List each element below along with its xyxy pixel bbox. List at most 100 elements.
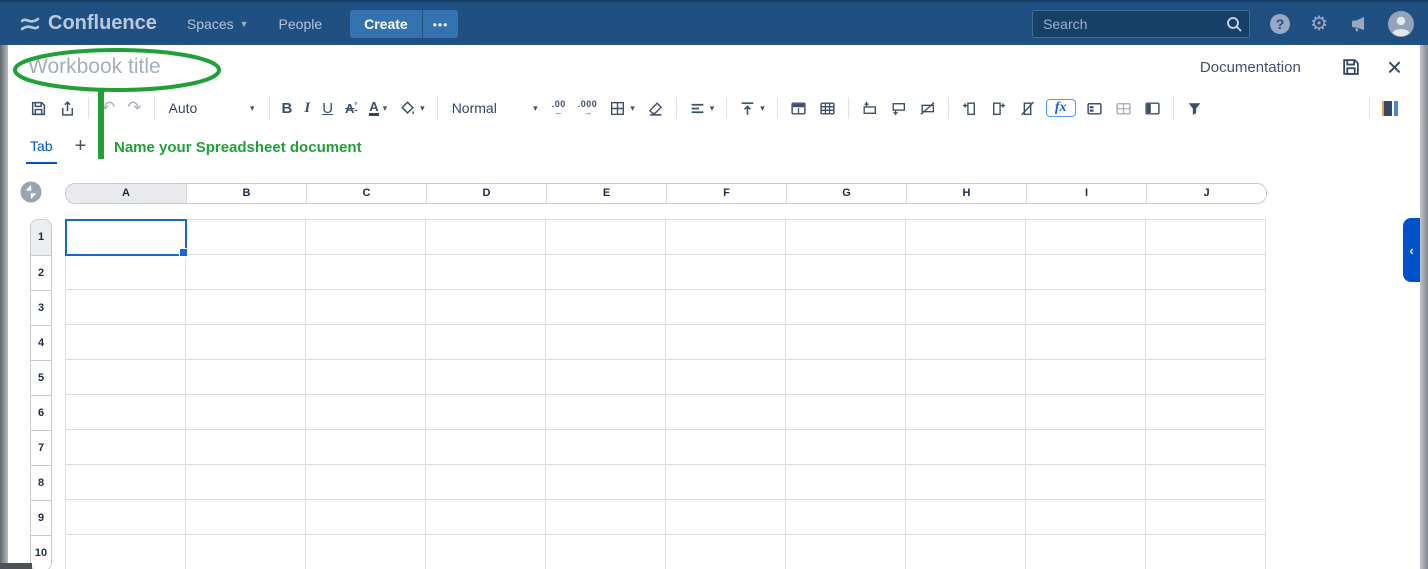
filter-button[interactable] (1180, 97, 1209, 120)
cell-D4[interactable] (426, 325, 546, 360)
cell-I3[interactable] (1026, 290, 1146, 325)
row-header-7[interactable]: 7 (31, 430, 51, 465)
sheet-tab-active[interactable]: Tab (26, 129, 57, 164)
cell-C7[interactable] (306, 430, 426, 465)
cell-F8[interactable] (666, 465, 786, 500)
cell-B5[interactable] (186, 360, 306, 395)
cell-E8[interactable] (546, 465, 666, 500)
cell-I9[interactable] (1026, 500, 1146, 535)
undo-button[interactable]: ↶ (95, 97, 121, 119)
decrease-decimal-button[interactable]: .00← (546, 98, 572, 119)
fill-color-button[interactable]: ▾ (393, 97, 431, 120)
cell-J5[interactable] (1146, 360, 1266, 395)
cell-F3[interactable] (666, 290, 786, 325)
cell-D8[interactable] (426, 465, 546, 500)
cell-I2[interactable] (1026, 255, 1146, 290)
row-header-2[interactable]: 2 (31, 255, 51, 290)
insert-column-right-button[interactable] (984, 97, 1013, 120)
search-input[interactable] (1032, 10, 1250, 38)
split-cells-button[interactable] (813, 97, 842, 120)
documentation-link[interactable]: Documentation (1200, 59, 1301, 76)
row-header-5[interactable]: 5 (31, 360, 51, 395)
nav-people[interactable]: People (279, 16, 323, 32)
cell-B7[interactable] (186, 430, 306, 465)
cell-I1[interactable] (1026, 220, 1146, 255)
cell-I5[interactable] (1026, 360, 1146, 395)
cell-style-button[interactable]: Normal▾ (444, 97, 546, 119)
cell-I6[interactable] (1026, 395, 1146, 430)
redo-button[interactable]: ↷ (121, 97, 147, 119)
cell-E9[interactable] (546, 500, 666, 535)
row-header-6[interactable]: 6 (31, 395, 51, 430)
column-header-C[interactable]: C (306, 184, 426, 203)
cell-H8[interactable] (906, 465, 1026, 500)
cell-C10[interactable] (306, 535, 426, 569)
save-icon[interactable] (1341, 57, 1361, 77)
cell-J6[interactable] (1146, 395, 1266, 430)
cell-J10[interactable] (1146, 535, 1266, 569)
avatar[interactable] (1388, 11, 1414, 37)
save-button[interactable] (24, 97, 53, 120)
row-header-3[interactable]: 3 (31, 290, 51, 325)
gear-icon[interactable]: ⚙ (1310, 14, 1328, 34)
cell-D7[interactable] (426, 430, 546, 465)
create-button[interactable]: Create (350, 10, 422, 38)
delete-row-button[interactable] (913, 97, 942, 120)
row-header-10[interactable]: 10 (31, 535, 51, 569)
insert-row-above-button[interactable] (855, 97, 884, 120)
header-column-button[interactable] (1138, 97, 1167, 120)
cell-D9[interactable] (426, 500, 546, 535)
cell-H10[interactable] (906, 535, 1026, 569)
more-options-button[interactable]: ••• (423, 10, 459, 38)
cell-J4[interactable] (1146, 325, 1266, 360)
cell-A3[interactable] (66, 290, 186, 325)
magnifier-icon[interactable] (1225, 15, 1243, 33)
cell-F10[interactable] (666, 535, 786, 569)
cell-C1[interactable] (306, 220, 426, 255)
cell-J1[interactable] (1146, 220, 1266, 255)
cell-D1[interactable] (426, 220, 546, 255)
cell-E7[interactable] (546, 430, 666, 465)
cell-A5[interactable] (66, 360, 186, 395)
cell-B2[interactable] (186, 255, 306, 290)
confluence-logo[interactable]: Confluence (20, 12, 157, 35)
delete-column-button[interactable] (1013, 97, 1042, 120)
cell-C6[interactable] (306, 395, 426, 430)
cell-I8[interactable] (1026, 465, 1146, 500)
cell-B4[interactable] (186, 325, 306, 360)
cell-G4[interactable] (786, 325, 906, 360)
cell-F7[interactable] (666, 430, 786, 465)
cell-E3[interactable] (546, 290, 666, 325)
fill-handle[interactable] (179, 248, 188, 257)
cell-A9[interactable] (66, 500, 186, 535)
cell-E5[interactable] (546, 360, 666, 395)
cell-C9[interactable] (306, 500, 426, 535)
cell-C3[interactable] (306, 290, 426, 325)
cell-A7[interactable] (66, 430, 186, 465)
cell-A8[interactable] (66, 465, 186, 500)
cell-H7[interactable] (906, 430, 1026, 465)
formula-button[interactable]: fx (1046, 99, 1076, 117)
cell-G6[interactable] (786, 395, 906, 430)
column-header-J[interactable]: J (1146, 184, 1266, 203)
cell-G3[interactable] (786, 290, 906, 325)
cell-G1[interactable] (786, 220, 906, 255)
close-icon[interactable]: × (1387, 57, 1402, 77)
collapse-side-panel-button[interactable]: ‹ (1403, 218, 1420, 282)
cell-J9[interactable] (1146, 500, 1266, 535)
row-header-1[interactable]: 1 (31, 220, 51, 255)
cell-A6[interactable] (66, 395, 186, 430)
cell-E10[interactable] (546, 535, 666, 569)
workbook-title-input[interactable] (26, 54, 360, 80)
help-icon[interactable]: ? (1270, 14, 1290, 34)
export-button[interactable] (53, 97, 82, 120)
cell-G10[interactable] (786, 535, 906, 569)
increase-decimal-button[interactable]: .000→ (572, 98, 604, 119)
cell-F4[interactable] (666, 325, 786, 360)
cell-G9[interactable] (786, 500, 906, 535)
cell-H5[interactable] (906, 360, 1026, 395)
cell-D6[interactable] (426, 395, 546, 430)
cell-G5[interactable] (786, 360, 906, 395)
cell-F5[interactable] (666, 360, 786, 395)
column-header-B[interactable]: B (186, 184, 306, 203)
